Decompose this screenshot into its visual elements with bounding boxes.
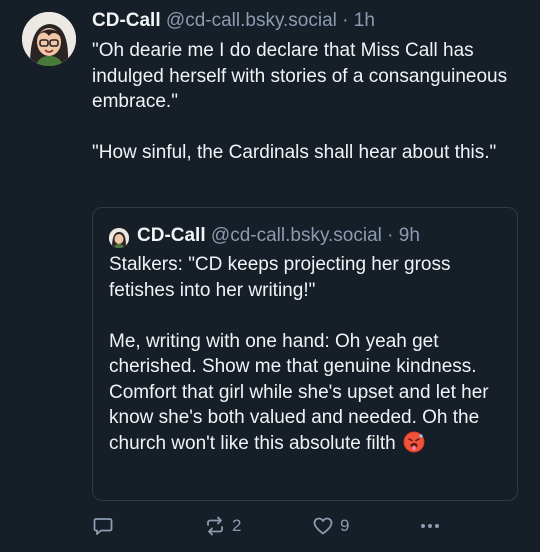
post-text: "Oh dearie me I do declare that Miss Cal…: [92, 40, 508, 163]
quoted-post[interactable]: CD-Call @cd-call.bsky.social · 9h Stalke…: [92, 207, 518, 501]
quoted-separator-dot: ·: [387, 225, 394, 246]
repost-count: 2: [232, 516, 242, 535]
like-count: 9: [340, 516, 350, 535]
quoted-post-header: CD-Call @cd-call.bsky.social · 9h: [137, 224, 420, 248]
ellipsis-icon: [421, 524, 439, 528]
heart-icon: [313, 517, 333, 535]
post-timestamp[interactable]: 1h: [354, 10, 375, 31]
post: CD-Call @cd-call.bsky.social · 1h "Oh de…: [0, 0, 540, 552]
avatar-illustration: [22, 12, 76, 66]
quoted-author-name: CD-Call: [137, 225, 206, 246]
quoted-author-avatar: [109, 228, 129, 248]
reply-icon: [93, 518, 113, 535]
author-avatar[interactable]: [22, 12, 76, 66]
quoted-post-text-block: Stalkers: "CD keeps projecting her gross…: [109, 252, 505, 456]
repost-button[interactable]: 2: [204, 512, 241, 540]
quoted-post-text: Stalkers: "CD keeps projecting her gross…: [109, 254, 489, 454]
author-name[interactable]: CD-Call: [92, 10, 161, 31]
post-header: CD-Call @cd-call.bsky.social · 1h: [92, 9, 375, 33]
post-actions: 2 9: [92, 512, 532, 540]
quoted-timestamp: 9h: [398, 225, 420, 246]
quoted-author-handle: @cd-call.bsky.social: [210, 225, 382, 246]
more-options-button[interactable]: [418, 512, 442, 540]
separator-dot: ·: [342, 10, 349, 31]
like-button[interactable]: 9: [312, 512, 349, 540]
hot-face-emoji-icon: [403, 431, 425, 453]
repost-icon: [207, 516, 223, 536]
author-handle[interactable]: @cd-call.bsky.social: [166, 10, 337, 31]
quoted-avatar-illustration: [109, 228, 129, 248]
reply-button[interactable]: [92, 512, 114, 540]
